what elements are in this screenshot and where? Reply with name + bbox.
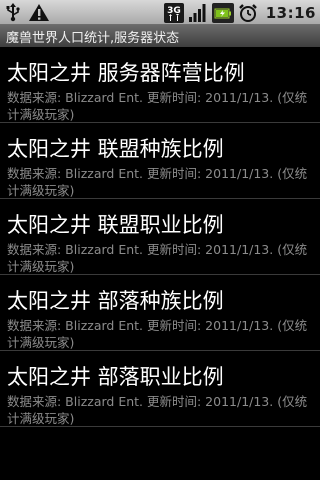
list-item-title: 太阳之井 部落职业比例 xyxy=(7,365,224,389)
app-title: 魔兽世界人口统计,服务器状态 xyxy=(6,30,180,46)
list-item-title: 太阳之井 部落种族比例 xyxy=(7,289,224,313)
app-title-bar: 魔兽世界人口统计,服务器状态 xyxy=(0,25,320,47)
list-item-subtitle: 数据来源: Blizzard Ent. 更新时间: 2011/1/13. (仅统… xyxy=(7,318,308,350)
list-item[interactable]: 太阳之井 部落职业比例 数据来源: Blizzard Ent. 更新时间: 20… xyxy=(0,351,320,427)
status-bar: 3G 13:16 xyxy=(0,0,320,25)
list-item[interactable]: 太阳之井 服务器阵营比例 数据来源: Blizzard Ent. 更新时间: 2… xyxy=(0,47,320,123)
network-type-label: 3G xyxy=(167,6,181,16)
usb-icon xyxy=(6,3,20,22)
3g-icon: 3G xyxy=(163,2,184,23)
list-item[interactable]: 太阳之井 联盟种族比例 数据来源: Blizzard Ent. 更新时间: 20… xyxy=(0,123,320,199)
list-item[interactable]: 太阳之井 联盟职业比例 数据来源: Blizzard Ent. 更新时间: 20… xyxy=(0,199,320,275)
chart-list: 太阳之井 服务器阵营比例 数据来源: Blizzard Ent. 更新时间: 2… xyxy=(0,47,320,427)
list-item-subtitle: 数据来源: Blizzard Ent. 更新时间: 2011/1/13. (仅统… xyxy=(7,90,308,122)
list-item-subtitle: 数据来源: Blizzard Ent. 更新时间: 2011/1/13. (仅统… xyxy=(7,166,308,198)
warning-icon xyxy=(28,3,50,22)
alarm-icon xyxy=(238,3,258,23)
notification-area[interactable] xyxy=(6,2,50,23)
signal-icon xyxy=(188,3,208,23)
list-item-subtitle: 数据来源: Blizzard Ent. 更新时间: 2011/1/13. (仅统… xyxy=(7,394,308,426)
list-item[interactable]: 太阳之井 部落种族比例 数据来源: Blizzard Ent. 更新时间: 20… xyxy=(0,275,320,351)
list-item-title: 太阳之井 联盟种族比例 xyxy=(7,137,224,161)
list-item-title: 太阳之井 联盟职业比例 xyxy=(7,213,224,237)
clock: 13:16 xyxy=(265,3,316,22)
list-item-title: 太阳之井 服务器阵营比例 xyxy=(7,61,245,85)
battery-icon xyxy=(211,2,234,23)
system-status-area: 3G 13:16 xyxy=(163,1,316,24)
list-item-subtitle: 数据来源: Blizzard Ent. 更新时间: 2011/1/13. (仅统… xyxy=(7,242,308,274)
